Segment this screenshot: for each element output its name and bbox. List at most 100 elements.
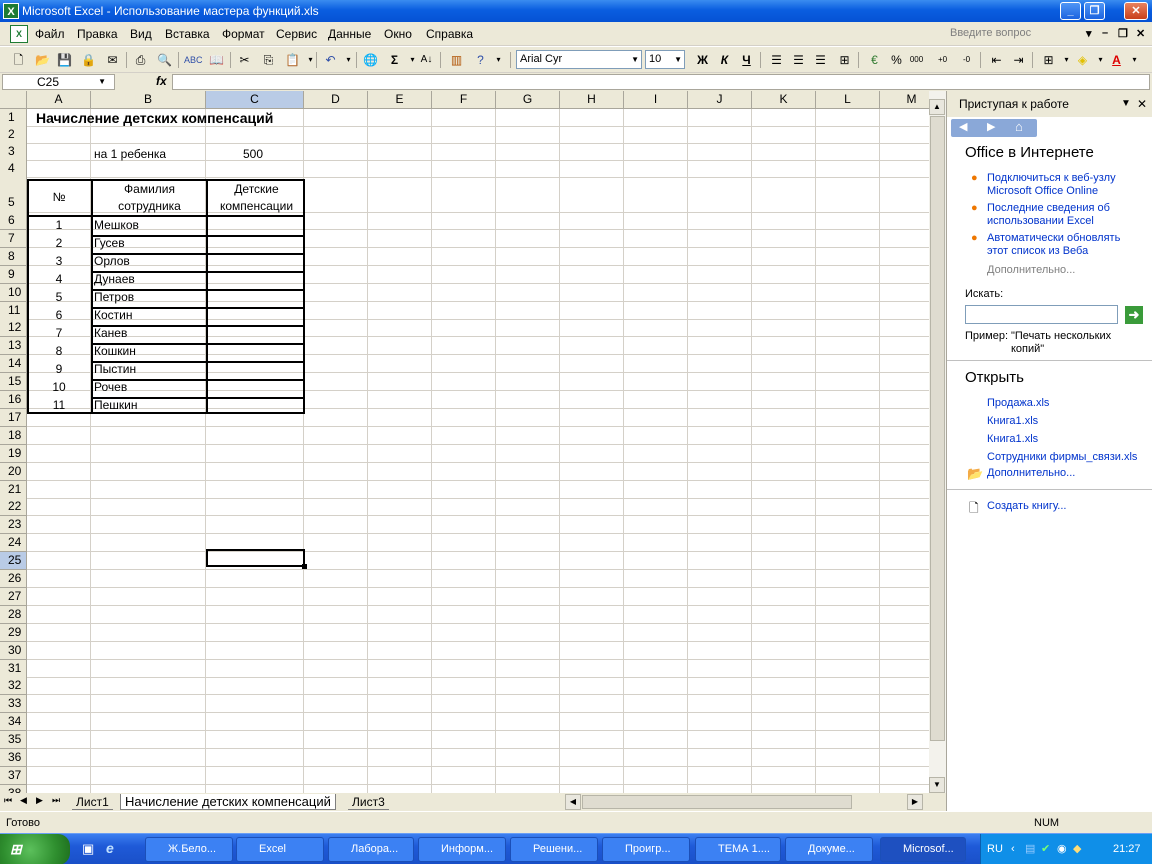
percent-button[interactable]: % xyxy=(888,52,905,68)
row-header[interactable]: 24 xyxy=(0,534,27,553)
undo-dropdown-icon[interactable]: ▾ xyxy=(340,52,357,68)
font-color-icon[interactable]: A xyxy=(1108,52,1125,68)
bold-button[interactable]: Ж xyxy=(694,52,711,68)
row-header[interactable]: 9 xyxy=(0,265,27,284)
employee-name[interactable]: Гусев xyxy=(94,236,125,250)
row-header[interactable]: 28 xyxy=(0,605,27,624)
decrease-indent-icon[interactable]: ⇤ xyxy=(988,52,1005,68)
last-sheet-icon[interactable]: ⏭ xyxy=(52,795,60,806)
taskbar-button[interactable]: Решени... xyxy=(510,837,598,862)
column-header[interactable]: J xyxy=(688,91,752,109)
scroll-left-icon[interactable]: ◀ xyxy=(565,794,581,810)
column-header[interactable]: D xyxy=(304,91,368,109)
link-connect-online[interactable]: Подключиться к веб-узлу Microsoft Office… xyxy=(987,172,1147,198)
align-center-icon[interactable]: ☰ xyxy=(790,52,807,68)
row-header[interactable]: 8 xyxy=(0,247,27,266)
undo-icon[interactable]: ↶ xyxy=(322,52,339,68)
tray-expand-icon[interactable]: ‹ xyxy=(1011,834,1015,864)
employee-name[interactable]: Рочев xyxy=(94,380,127,394)
spelling-icon[interactable]: ABC xyxy=(184,52,203,68)
taskbar-button[interactable]: Excel xyxy=(236,837,324,862)
print-preview-icon[interactable]: 🔍 xyxy=(156,52,173,68)
menu-help[interactable]: Справка xyxy=(426,26,473,42)
row-header[interactable]: 31 xyxy=(0,659,27,678)
row-header[interactable]: 32 xyxy=(0,677,27,696)
employee-name[interactable]: Пешкин xyxy=(94,398,138,412)
employee-number[interactable]: 7 xyxy=(27,326,91,340)
row-header[interactable]: 27 xyxy=(0,587,27,606)
scroll-right-icon[interactable]: ▶ xyxy=(907,794,923,810)
column-header[interactable]: B xyxy=(91,91,206,109)
row-header[interactable]: 5 xyxy=(0,177,27,213)
employee-number[interactable]: 9 xyxy=(27,362,91,376)
row-header[interactable]: 21 xyxy=(0,480,27,499)
next-sheet-icon[interactable]: ▶ xyxy=(36,795,43,806)
font-size-combo[interactable]: 10 ▼ xyxy=(645,50,685,69)
row-header[interactable]: 6 xyxy=(0,212,27,230)
header-name-line2[interactable]: сотрудника xyxy=(93,199,206,213)
column-header[interactable]: G xyxy=(496,91,560,109)
thousands-button[interactable]: 000 xyxy=(908,52,925,68)
row-header[interactable]: 11 xyxy=(0,301,27,320)
currency-icon[interactable]: € xyxy=(866,52,883,68)
row-header[interactable]: 29 xyxy=(0,623,27,642)
task-pane-dropdown-icon[interactable]: ▼ xyxy=(1121,91,1131,117)
tab-compensation[interactable]: Начисление детских компенсаций xyxy=(120,794,336,810)
row-header[interactable]: 16 xyxy=(0,391,27,409)
row-header[interactable]: 7 xyxy=(0,229,27,248)
menu-file[interactable]: Файл xyxy=(35,26,65,42)
link-auto-update[interactable]: Автоматически обновлять этот список из В… xyxy=(987,232,1137,258)
row-header[interactable]: 12 xyxy=(0,319,27,338)
employee-number[interactable]: 10 xyxy=(27,380,91,394)
menu-window[interactable]: Окно xyxy=(384,26,412,42)
row-header[interactable]: 26 xyxy=(0,570,27,588)
link-latest-news[interactable]: Последние сведения об использовании Exce… xyxy=(987,202,1127,228)
sheet-title[interactable]: Начисление детских компенсаций xyxy=(36,110,273,126)
hyperlink-icon[interactable]: 🌐 xyxy=(362,52,379,68)
column-header[interactable]: C xyxy=(206,91,304,109)
close-button[interactable]: ✕ xyxy=(1124,2,1148,20)
row-header[interactable]: 20 xyxy=(0,462,27,481)
research-icon[interactable]: 📖 xyxy=(208,52,225,68)
increase-indent-icon[interactable]: ⇥ xyxy=(1010,52,1027,68)
font-color-dropdown-icon[interactable]: ▾ xyxy=(1126,52,1143,68)
paste-icon[interactable]: 📋 xyxy=(284,52,301,68)
employee-number[interactable]: 11 xyxy=(27,398,91,412)
forward-icon[interactable]: ▶ xyxy=(987,120,995,133)
header-compensation-line2[interactable]: компенсации xyxy=(208,199,305,213)
column-header[interactable]: L xyxy=(816,91,880,109)
help-icon[interactable]: ? xyxy=(472,52,489,68)
underline-button[interactable]: Ч xyxy=(738,52,755,68)
decrease-decimal-icon[interactable]: -0 xyxy=(958,52,975,68)
employee-name[interactable]: Кошкин xyxy=(94,344,136,358)
employee-name[interactable]: Костин xyxy=(94,308,133,322)
row-header[interactable]: 37 xyxy=(0,766,27,785)
language-indicator[interactable]: RU xyxy=(987,834,1003,864)
doc-restore-icon[interactable]: ❐ xyxy=(1118,27,1128,40)
italic-button[interactable]: К xyxy=(716,52,733,68)
fill-handle[interactable] xyxy=(302,564,307,569)
employee-number[interactable]: 3 xyxy=(27,254,91,268)
row-header[interactable]: 22 xyxy=(0,498,27,517)
row-header[interactable]: 4 xyxy=(0,160,27,178)
copy-icon[interactable]: ⎘ xyxy=(260,52,277,68)
first-sheet-icon[interactable]: ⏮ xyxy=(4,795,12,806)
taskbar-button[interactable]: Microsof... xyxy=(880,837,966,862)
doc-close-icon[interactable]: ✕ xyxy=(1136,27,1145,40)
minimize-button[interactable]: _ xyxy=(1060,2,1081,20)
header-compensation-line1[interactable]: Детские xyxy=(208,182,305,196)
toolbar-options-icon[interactable]: ▾ xyxy=(490,52,507,68)
row-header[interactable]: 17 xyxy=(0,408,27,427)
scroll-down-icon[interactable]: ▼ xyxy=(929,777,945,793)
size-dropdown-icon[interactable]: ▼ xyxy=(674,51,682,68)
tab-sheet1[interactable]: Лист1 xyxy=(72,795,113,810)
row-header[interactable]: 10 xyxy=(0,283,27,302)
column-header[interactable]: K xyxy=(752,91,816,109)
horizontal-scroll-thumb[interactable] xyxy=(582,795,852,809)
taskbar-button[interactable]: Ж.Бело... xyxy=(145,837,233,862)
row-header[interactable]: 19 xyxy=(0,444,27,463)
select-all-corner[interactable] xyxy=(0,91,27,109)
ie-icon[interactable]: e xyxy=(106,840,114,856)
file-link[interactable]: Книга1.xls xyxy=(987,433,1038,446)
employee-name[interactable]: Пыстин xyxy=(94,362,136,376)
